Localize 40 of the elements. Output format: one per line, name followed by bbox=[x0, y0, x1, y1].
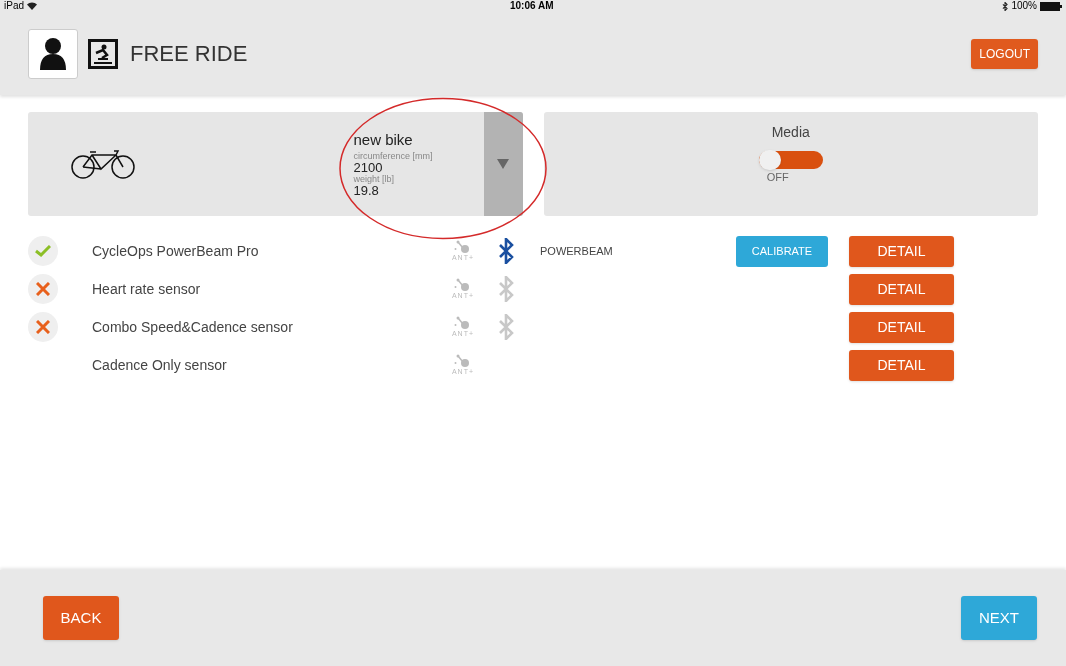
logout-button[interactable]: LOGOUT bbox=[971, 38, 1038, 69]
bluetooth-icon bbox=[498, 314, 514, 340]
sensor-name: Combo Speed&Cadence sensor bbox=[92, 317, 294, 337]
ant-node-icon bbox=[454, 354, 472, 368]
sensor-name: Heart rate sensor bbox=[92, 279, 202, 299]
battery-percent: 100% bbox=[1011, 1, 1037, 11]
device-name: iPad bbox=[4, 1, 24, 11]
bike-name: new bike bbox=[353, 131, 414, 149]
ant-node-icon bbox=[454, 316, 472, 330]
circumference-label: circumference [mm] bbox=[353, 151, 434, 161]
media-state-label: OFF bbox=[766, 170, 789, 185]
battery-icon bbox=[1040, 1, 1062, 11]
page-title: FREE RIDE bbox=[130, 40, 248, 68]
bluetooth-icon bbox=[498, 276, 514, 302]
weight-label: weight [lb] bbox=[353, 174, 396, 184]
bluetooth-icon bbox=[1002, 1, 1009, 11]
avatar-icon[interactable] bbox=[28, 28, 78, 79]
trainer-rider-icon bbox=[88, 38, 118, 69]
bicycle-icon bbox=[70, 149, 136, 179]
weight-value: 19.8 bbox=[353, 184, 379, 197]
detail-button[interactable]: DETAIL bbox=[849, 235, 954, 267]
detail-button[interactable]: DETAIL bbox=[849, 349, 954, 381]
ant-node-icon bbox=[454, 240, 472, 254]
ant-node-icon bbox=[454, 278, 472, 292]
dropdown-arrow-icon bbox=[497, 159, 509, 169]
detail-button[interactable]: DETAIL bbox=[849, 273, 954, 305]
sensor-name: Cadence Only sensor bbox=[92, 355, 228, 375]
wifi-icon bbox=[27, 2, 37, 10]
media-title: Media bbox=[771, 123, 810, 142]
next-button[interactable]: NEXT bbox=[961, 596, 1037, 640]
bluetooth-icon bbox=[498, 238, 514, 264]
circumference-value: 2100 bbox=[353, 161, 384, 174]
calibrate-button[interactable]: CALIBRATE bbox=[736, 235, 828, 267]
media-toggle[interactable] bbox=[758, 151, 823, 169]
back-button[interactable]: BACK bbox=[43, 596, 119, 640]
bike-dropdown-button[interactable] bbox=[483, 112, 523, 216]
sensor-name: CycleOps PowerBeam Pro bbox=[92, 241, 260, 261]
clock-time: 10:06 AM bbox=[510, 1, 554, 11]
device-label: POWERBEAM bbox=[540, 243, 614, 259]
detail-button[interactable]: DETAIL bbox=[849, 311, 954, 343]
